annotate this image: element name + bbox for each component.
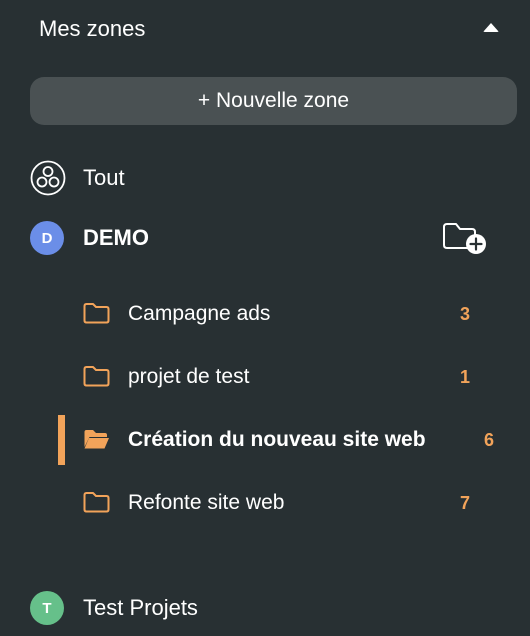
collapse-button[interactable] — [480, 16, 502, 38]
folder-label: Refonte site web — [128, 491, 285, 514]
add-folder-icon[interactable] — [442, 221, 490, 255]
folder-item-refonte-site-web[interactable]: Refonte site web 7 — [58, 478, 508, 528]
workspace-test-projets[interactable]: T Test Projets — [30, 591, 330, 625]
new-zone-button[interactable]: + Nouvelle zone — [30, 77, 517, 125]
avatar: T — [30, 591, 64, 625]
folder-label: Création du nouveau site web — [128, 428, 426, 451]
folder-icon — [83, 366, 110, 387]
folder-label: projet de test — [128, 365, 250, 388]
folder-count-badge: 7 — [459, 492, 470, 513]
all-zones-icon — [30, 160, 66, 196]
workspace-label: Test Projets — [83, 595, 198, 620]
avatar: D — [30, 221, 64, 255]
folder-item-creation-nouveau-site-web[interactable]: Création du nouveau site web 6 — [58, 415, 508, 465]
folder-label: Campagne ads — [128, 302, 271, 325]
caret-up-icon — [483, 22, 499, 32]
folder-count-badge: 6 — [483, 429, 494, 450]
active-indicator — [58, 415, 65, 465]
all-zones-label: Tout — [83, 165, 125, 190]
folder-count-badge: 3 — [459, 303, 470, 324]
folder-icon — [83, 492, 110, 513]
folder-icon — [83, 303, 110, 324]
folder-count-badge: 1 — [459, 366, 470, 387]
folder-item-projet-de-test[interactable]: projet de test 1 — [58, 352, 508, 402]
workspace-demo[interactable]: D DEMO — [30, 221, 330, 255]
all-zones-item[interactable]: Tout — [30, 160, 330, 196]
folder-open-icon — [84, 430, 109, 449]
folder-item-campagne-ads[interactable]: Campagne ads 3 — [58, 289, 508, 339]
workspace-label: DEMO — [83, 225, 149, 250]
section-title: Mes zones — [39, 16, 146, 41]
